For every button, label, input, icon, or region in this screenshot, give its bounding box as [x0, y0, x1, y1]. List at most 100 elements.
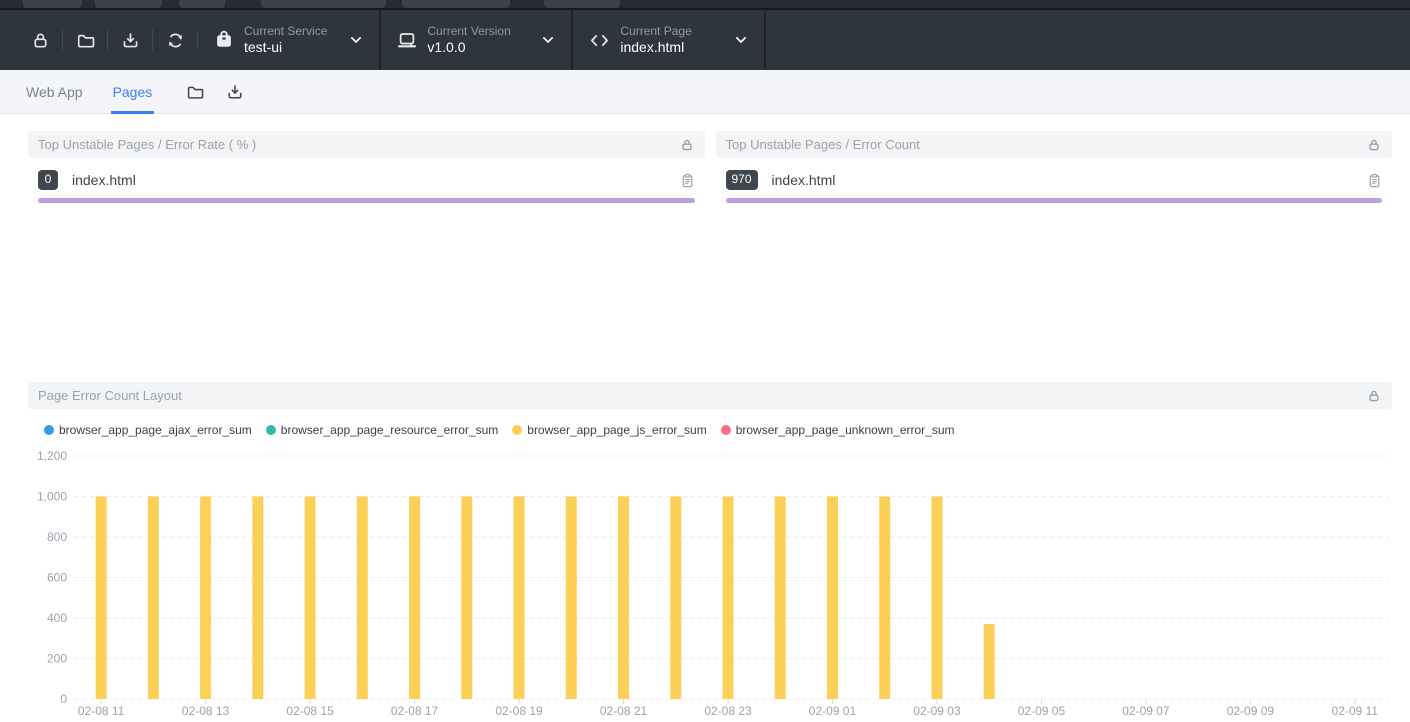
- cut-off-button[interactable]: [179, 0, 225, 8]
- chevron-down-icon: [349, 33, 363, 47]
- tab-bar: Web App Pages: [0, 70, 1410, 114]
- lock-icon: [680, 138, 694, 152]
- clipboard-icon: [1367, 172, 1382, 189]
- refresh-button[interactable]: [164, 29, 186, 51]
- lock-button[interactable]: [29, 29, 51, 51]
- x-axis-label: 02-09 01: [809, 704, 857, 717]
- value-badge: 0: [38, 170, 58, 189]
- panel-title: Top Unstable Pages / Error Count: [726, 137, 920, 152]
- legend-dot: [266, 425, 276, 435]
- x-axis-label: 02-09 05: [1018, 704, 1066, 717]
- folder-button[interactable]: [74, 29, 96, 51]
- code-icon: [589, 31, 610, 50]
- x-axis-label: 02-09 03: [913, 704, 961, 717]
- bar-browser_app_page_js_error_sum[interactable]: [148, 497, 159, 700]
- x-axis-label: 02-09 07: [1122, 704, 1170, 717]
- bar-browser_app_page_js_error_sum[interactable]: [775, 497, 786, 700]
- current-service-value: test-ui: [244, 39, 327, 56]
- panel-error-count: Top Unstable Pages / Error Count 970 ind…: [716, 131, 1393, 203]
- legend-label: browser_app_page_js_error_sum: [527, 423, 706, 437]
- current-service-label: Current Service: [244, 24, 327, 38]
- legend-item-browser_app_page_ajax_error_sum[interactable]: browser_app_page_ajax_error_sum: [44, 423, 252, 437]
- x-axis-label: 02-08 13: [182, 704, 230, 717]
- bar-browser_app_page_js_error_sum[interactable]: [200, 497, 211, 700]
- lock-icon: [31, 31, 50, 50]
- legend-dot: [721, 425, 731, 435]
- divider: [107, 30, 108, 50]
- panel-error-rate: Top Unstable Pages / Error Rate ( % ) 0 …: [28, 131, 705, 203]
- tab-pages[interactable]: Pages: [111, 70, 155, 114]
- bar-browser_app_page_js_error_sum[interactable]: [305, 497, 316, 700]
- x-axis-label: 02-08 11: [78, 704, 125, 717]
- y-axis-label: 0: [60, 692, 67, 706]
- legend-item-browser_app_page_unknown_error_sum[interactable]: browser_app_page_unknown_error_sum: [721, 423, 955, 437]
- x-axis-label: 02-08 23: [704, 704, 752, 717]
- page-row[interactable]: 0 index.html: [28, 169, 705, 191]
- legend-dot: [44, 425, 54, 435]
- x-axis-label: 02-08 15: [286, 704, 334, 717]
- download-button[interactable]: [119, 29, 141, 51]
- page-name: index.html: [772, 172, 836, 188]
- bar-browser_app_page_js_error_sum[interactable]: [723, 497, 734, 700]
- panel-header: Top Unstable Pages / Error Rate ( % ): [28, 131, 705, 158]
- lock-icon: [1367, 138, 1381, 152]
- value-badge: 970: [726, 170, 758, 189]
- current-version-selector[interactable]: Current Version v1.0.0: [381, 24, 571, 56]
- clipboard-icon: [680, 172, 695, 189]
- bar-browser_app_page_js_error_sum[interactable]: [96, 497, 107, 700]
- panel-page-error-count-layout: Page Error Count Layout browser_app_page…: [28, 382, 1392, 722]
- bar-browser_app_page_js_error_sum[interactable]: [827, 497, 838, 700]
- page-name: index.html: [72, 172, 136, 188]
- section-divider: [764, 10, 766, 70]
- cut-off-button[interactable]: [95, 0, 162, 8]
- x-axis-label: 02-08 17: [391, 704, 439, 717]
- bar-browser_app_page_js_error_sum[interactable]: [357, 497, 368, 700]
- download-icon: [121, 31, 140, 50]
- page-row[interactable]: 970 index.html: [716, 169, 1393, 191]
- chevron-down-icon: [734, 33, 748, 47]
- bar-browser_app_page_js_error_sum[interactable]: [879, 497, 890, 700]
- bar-browser_app_page_js_error_sum[interactable]: [252, 497, 263, 700]
- panel-header: Page Error Count Layout: [28, 382, 1392, 409]
- bar-browser_app_page_js_error_sum[interactable]: [670, 497, 681, 700]
- error-count-chart[interactable]: 02004006008001,0001,20002-08 1102-08 130…: [28, 448, 1392, 717]
- panel-header: Top Unstable Pages / Error Count: [716, 131, 1393, 158]
- copy-button[interactable]: [680, 172, 695, 189]
- x-axis-label: 02-08 19: [495, 704, 543, 717]
- cropped-toolbar: [0, 0, 1410, 10]
- legend-label: browser_app_page_unknown_error_sum: [736, 423, 955, 437]
- folder-button[interactable]: [184, 81, 206, 103]
- legend-item-browser_app_page_resource_error_sum[interactable]: browser_app_page_resource_error_sum: [266, 423, 498, 437]
- header-bar: Current Service test-ui Current Version …: [0, 10, 1410, 70]
- chevron-down-icon: [541, 33, 555, 47]
- service-box-icon: [214, 30, 234, 50]
- cut-off-button[interactable]: [261, 0, 386, 8]
- cut-off-button[interactable]: [544, 0, 620, 8]
- legend-item-browser_app_page_js_error_sum[interactable]: browser_app_page_js_error_sum: [512, 423, 706, 437]
- bar-browser_app_page_js_error_sum[interactable]: [514, 497, 525, 700]
- current-page-selector[interactable]: Current Page index.html: [573, 24, 764, 56]
- current-service-selector[interactable]: Current Service test-ui: [198, 24, 379, 56]
- lock-button[interactable]: [679, 137, 695, 153]
- legend-label: browser_app_page_resource_error_sum: [281, 423, 498, 437]
- bar-browser_app_page_js_error_sum[interactable]: [618, 497, 629, 700]
- divider: [152, 30, 153, 50]
- bar-browser_app_page_js_error_sum[interactable]: [409, 497, 420, 700]
- lock-button[interactable]: [1366, 137, 1382, 153]
- current-page-value: index.html: [620, 39, 712, 56]
- lock-icon: [1367, 389, 1381, 403]
- bar-browser_app_page_js_error_sum[interactable]: [984, 624, 995, 699]
- tab-web-app[interactable]: Web App: [24, 70, 85, 114]
- divider: [62, 30, 63, 50]
- bar-browser_app_page_js_error_sum[interactable]: [931, 497, 942, 700]
- lock-button[interactable]: [1366, 388, 1382, 404]
- cut-off-button[interactable]: [402, 0, 510, 8]
- current-page-label: Current Page: [620, 24, 712, 38]
- bar-browser_app_page_js_error_sum[interactable]: [566, 497, 577, 700]
- copy-button[interactable]: [1367, 172, 1382, 189]
- download-button[interactable]: [224, 81, 246, 103]
- cut-off-button[interactable]: [23, 0, 82, 8]
- bar-browser_app_page_js_error_sum[interactable]: [461, 497, 472, 700]
- folder-icon: [186, 83, 204, 101]
- panel-title: Page Error Count Layout: [38, 388, 182, 403]
